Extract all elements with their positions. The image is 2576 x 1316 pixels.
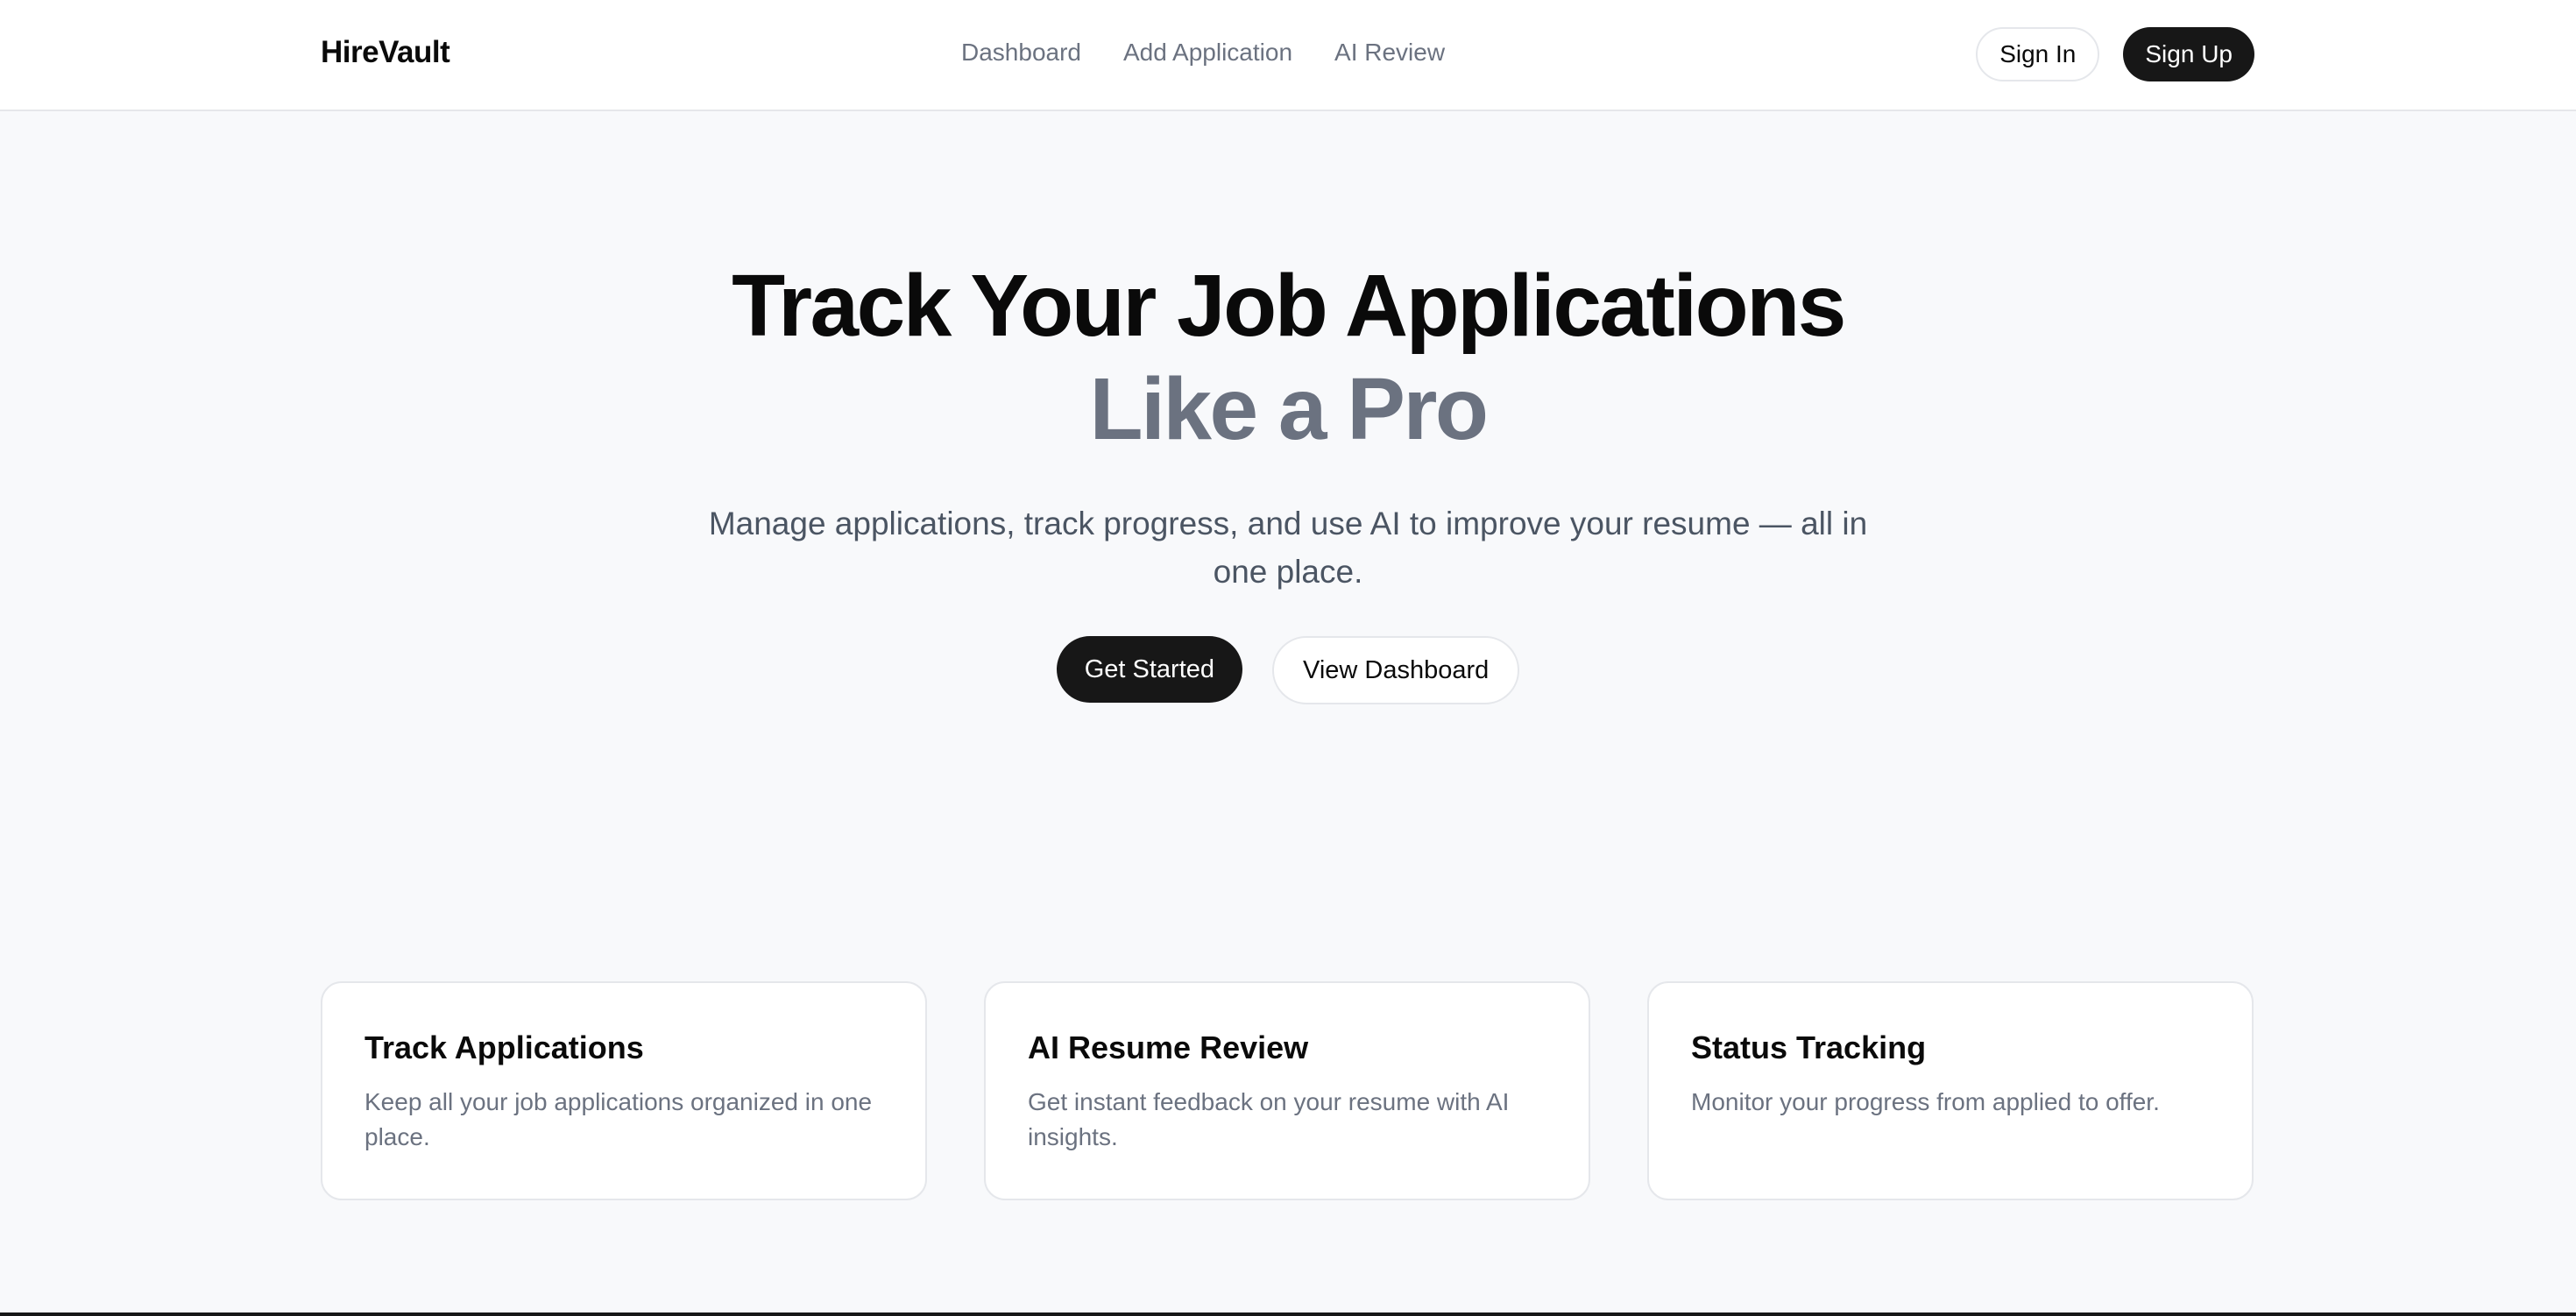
brand-logo[interactable]: HireVault — [321, 35, 450, 70]
hero-actions: Get Started View Dashboard — [0, 636, 2576, 704]
feature-card-track-applications: Track Applications Keep all your job app… — [321, 981, 927, 1200]
get-started-button[interactable]: Get Started — [1056, 636, 1243, 703]
top-navbar: HireVault Dashboard Add Application AI R… — [0, 0, 2576, 111]
feature-description: Get instant feedback on your resume with… — [1028, 1088, 1510, 1150]
feature-card-status-tracking: Status Tracking Monitor your progress fr… — [1647, 981, 2254, 1200]
nav-link-add-application[interactable]: Add Application — [1123, 39, 1292, 67]
feature-card-ai-resume-review: AI Resume Review Get instant feedback on… — [984, 981, 1590, 1200]
main-nav: Dashboard Add Application AI Review — [961, 39, 1445, 67]
auth-actions: Sign In Sign Up — [1976, 27, 2254, 81]
hero-subtitle: Manage applications, track progress, and… — [708, 506, 1868, 590]
bottom-divider — [0, 1312, 2576, 1316]
feature-title: AI Resume Review — [1028, 1029, 1309, 1065]
nav-link-dashboard[interactable]: Dashboard — [961, 39, 1081, 67]
hero-section: Track Your Job Applications Like a Pro M… — [0, 254, 2576, 704]
feature-title: Track Applications — [364, 1029, 644, 1065]
nav-link-ai-review[interactable]: AI Review — [1334, 39, 1445, 67]
sign-up-button[interactable]: Sign Up — [2123, 27, 2254, 81]
hero-title-accent: Like a Pro — [1089, 360, 1489, 458]
hero-title: Track Your Job Applications — [732, 257, 1846, 355]
feature-description: Keep all your job applications organized… — [364, 1088, 873, 1150]
feature-title: Status Tracking — [1691, 1029, 1927, 1065]
sign-in-button[interactable]: Sign In — [1976, 27, 2100, 81]
feature-description: Monitor your progress from applied to of… — [1691, 1088, 2160, 1115]
view-dashboard-button[interactable]: View Dashboard — [1272, 636, 1520, 704]
features-section: Track Applications Keep all your job app… — [321, 981, 2254, 1200]
